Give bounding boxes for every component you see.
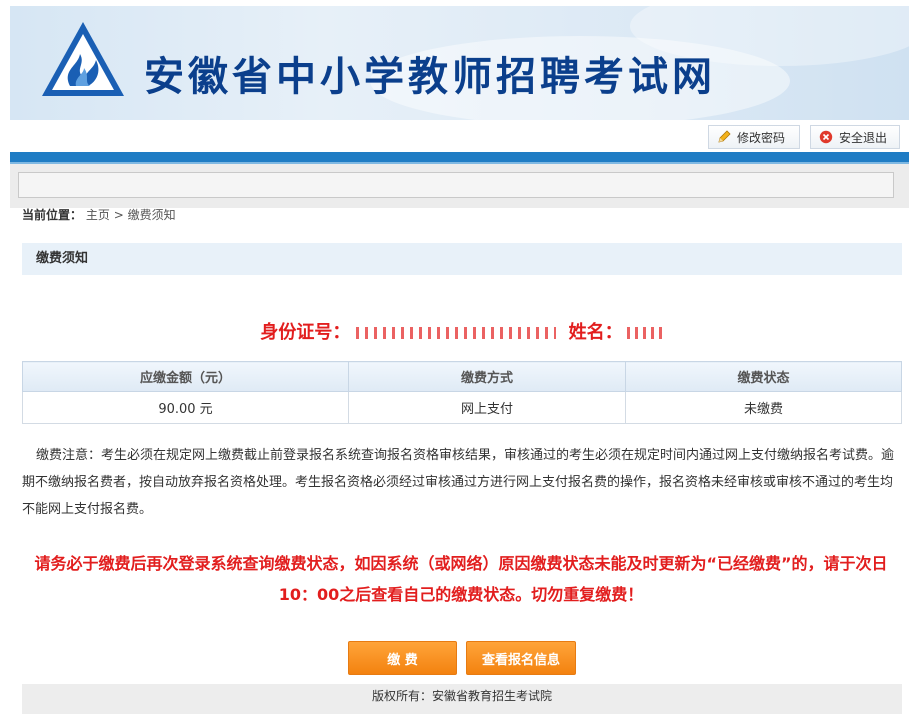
header-amount: 应缴金额（元） — [22, 361, 349, 392]
triangle-flame-logo-icon — [42, 22, 124, 96]
name-redacted — [626, 327, 663, 339]
logout-label: 安全退出 — [839, 130, 888, 145]
pencil-icon — [718, 130, 731, 143]
payment-warning: 请务必于缴费后再次登录系统查询缴费状态，如因系统（或网络）原因缴费状态未能及时更… — [34, 554, 888, 604]
fee-table: 应缴金额（元） 缴费方式 缴费状态 90.00 元 网上支付 未缴费 — [22, 361, 902, 424]
toolbar: 修改密码 安全退出 — [10, 120, 909, 154]
breadcrumb-separator: > — [113, 208, 124, 222]
menu-strip — [10, 164, 909, 208]
header-status: 缴费状态 — [625, 361, 902, 392]
header-method: 缴费方式 — [348, 361, 626, 392]
breadcrumb-label: 当前位置： — [22, 208, 83, 222]
table-row: 90.00 元 网上支付 未缴费 — [22, 391, 902, 424]
site-title: 安徽省中小学教师招聘考试网 — [144, 53, 716, 100]
close-circle-icon — [819, 130, 833, 144]
table-header-row: 应缴金额（元） 缴费方式 缴费状态 — [22, 361, 902, 392]
change-password-button[interactable]: 修改密码 — [708, 125, 800, 149]
cell-amount: 90.00 元 — [22, 391, 349, 424]
header-banner: 安徽省中小学教师招聘考试网 — [10, 6, 909, 120]
breadcrumb-current: 缴费须知 — [127, 208, 176, 222]
section-title: 缴费须知 — [22, 243, 902, 275]
nav-bar — [10, 152, 909, 164]
breadcrumb-home-link[interactable]: 主页 — [86, 208, 110, 222]
view-registration-button[interactable]: 查看报名信息 — [466, 641, 576, 675]
name-label: 姓名： — [568, 322, 623, 343]
footer-copyright: 版权所有：安徽省教育招生考试院 — [22, 684, 902, 714]
pay-button[interactable]: 缴 费 — [348, 641, 457, 675]
logout-button[interactable]: 安全退出 — [810, 125, 900, 149]
cell-status: 未缴费 — [625, 391, 902, 424]
id-label: 身份证号： — [260, 322, 351, 343]
breadcrumb: 当前位置： 主页 > 缴费须知 — [22, 206, 176, 223]
id-number-redacted — [356, 327, 557, 339]
payment-notice: 缴费注意：考生必须在规定网上缴费截止前登录报名系统查询报名资格审核结果，审核通过… — [22, 448, 895, 517]
menu-box — [18, 172, 894, 198]
candidate-info: 身份证号： 姓名： — [0, 318, 923, 344]
cell-method: 网上支付 — [348, 391, 626, 424]
change-password-label: 修改密码 — [737, 130, 786, 145]
